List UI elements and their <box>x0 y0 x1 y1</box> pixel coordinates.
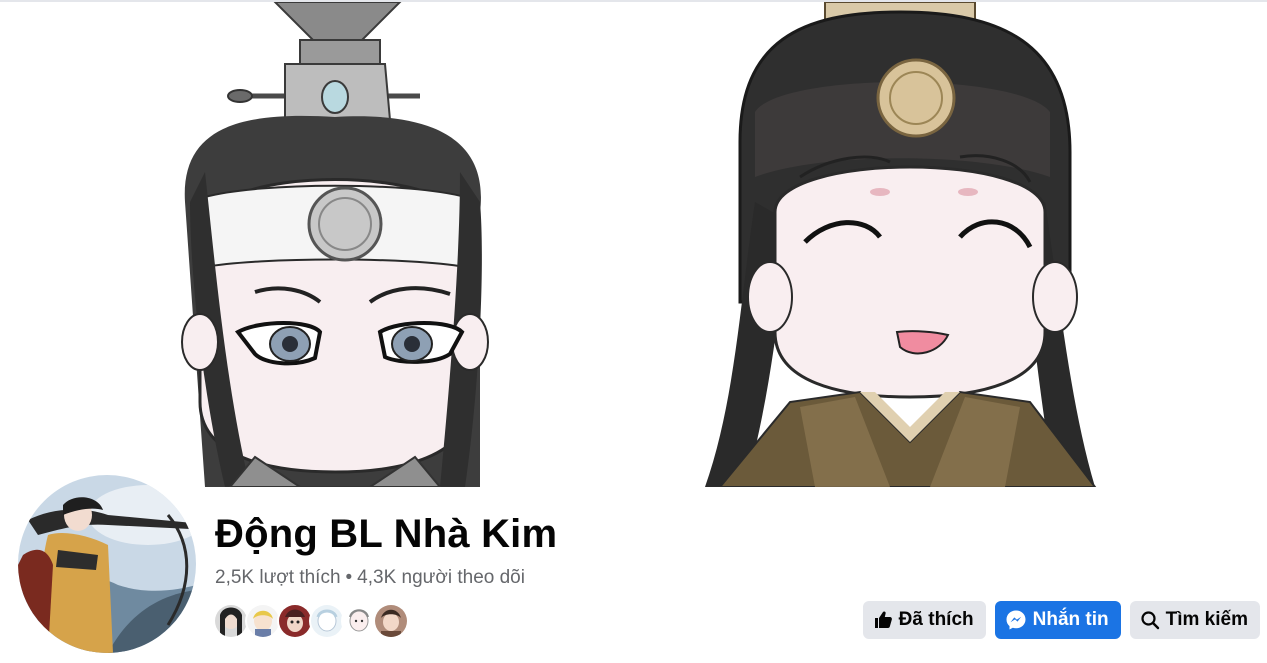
search-button-label: Tìm kiếm <box>1165 609 1248 630</box>
friend-avatar[interactable] <box>213 603 249 639</box>
friend-avatars <box>213 603 409 639</box>
likes-count-link[interactable]: 2,5K lượt thích <box>215 567 341 588</box>
messenger-icon <box>1005 609 1027 631</box>
friend-avatar[interactable] <box>309 603 345 639</box>
friend-avatar[interactable] <box>373 603 409 639</box>
cover-right-character <box>705 2 1097 487</box>
thumbs-up-icon <box>873 610 893 630</box>
stats-separator: • <box>345 567 353 588</box>
search-button[interactable]: Tìm kiếm <box>1129 601 1260 639</box>
followers-count-link[interactable]: 4,3K người theo dõi <box>357 567 525 588</box>
friend-avatar[interactable] <box>341 603 377 639</box>
friend-avatar[interactable] <box>277 603 313 639</box>
friend-avatar[interactable] <box>245 603 281 639</box>
page-title: Động BL Nhà Kim <box>215 512 558 556</box>
message-button-label: Nhắn tin <box>1032 609 1109 630</box>
page-actions: Đã thích Nhắn tin Tìm kiếm <box>862 601 1260 639</box>
message-button[interactable]: Nhắn tin <box>994 601 1121 639</box>
cover-photo[interactable] <box>0 2 1267 487</box>
profile-picture[interactable] <box>18 475 196 653</box>
page-stats: 2,5K lượt thích • 4,3K người theo dõi <box>215 567 525 589</box>
page-header: Động BL Nhà Kim 2,5K lượt thích • 4,3K ngư… <box>0 0 1267 663</box>
cover-left-character <box>181 2 489 487</box>
search-icon <box>1140 610 1160 630</box>
liked-button[interactable]: Đã thích <box>862 601 986 639</box>
liked-button-label: Đã thích <box>898 609 974 630</box>
